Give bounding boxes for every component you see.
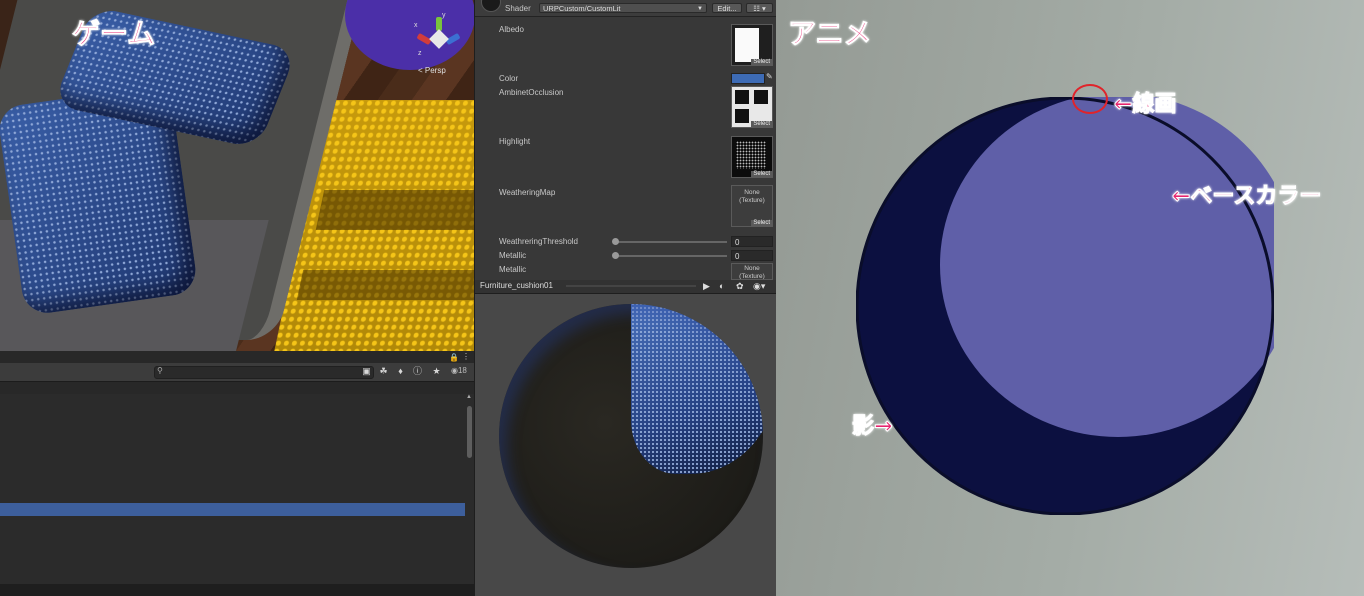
metallic-slider[interactable]	[615, 255, 727, 257]
ao-thumbnail	[735, 109, 749, 123]
more-menu-icon[interactable]: ⋮	[462, 352, 470, 361]
tag-icon[interactable]: ♦	[394, 365, 407, 378]
gizmo-x-label: x	[414, 22, 418, 29]
eye-icon: ◉	[451, 366, 458, 375]
list-item-selected[interactable]	[0, 503, 465, 516]
chevron-down-icon: ▼	[697, 6, 703, 12]
rug-shadow	[296, 270, 474, 300]
gizmo-z-label: z	[418, 50, 422, 57]
highlight-texture-slot[interactable]: Select	[731, 136, 773, 178]
light-icon[interactable]: ✿	[736, 281, 744, 292]
color-label: Color	[499, 74, 519, 83]
metallic-texture-slot[interactable]: None (Texture)	[731, 263, 773, 280]
shadow-annotation: 影→	[851, 414, 893, 440]
gizmo-cube[interactable]	[429, 29, 449, 49]
metallic-label: Metallic	[499, 251, 527, 260]
play-icon[interactable]: ▶	[703, 281, 710, 292]
star-icon[interactable]: ★	[430, 365, 443, 378]
none-texture-text: None (Texture)	[739, 265, 765, 280]
weathering-map-texture-slot[interactable]: None (Texture) Select	[731, 185, 773, 227]
vertical-scrollbar[interactable]: ▲	[465, 394, 474, 584]
scene-gizmo[interactable]: y x z	[414, 12, 462, 64]
lock-icon[interactable]: 🔒	[449, 353, 459, 362]
shader-label: Shader	[505, 4, 531, 13]
anime-sphere	[856, 97, 1274, 515]
game-view[interactable]: y x z < Persp ゲーム	[0, 0, 474, 351]
weathering-threshold-slider[interactable]	[615, 241, 727, 243]
none-texture-text: None (Texture)	[739, 189, 765, 204]
select-button[interactable]: Select	[751, 121, 772, 127]
shader-row: Shader URPCustom/CustomLit ▼ Edit... ☷ ▾	[475, 0, 777, 17]
hidden-count[interactable]: ◉18	[451, 366, 467, 375]
panel-header: 🔒 ⋮	[0, 351, 474, 363]
projection-toggle[interactable]: < Persp	[418, 66, 446, 75]
info-icon[interactable]: ⓘ	[411, 365, 424, 378]
shader-dropdown[interactable]: URPCustom/CustomLit ▼	[539, 3, 707, 13]
material-preview: Furniture_cushion01 ▶ ◐ ✿ ◉▾	[474, 280, 777, 596]
ambient-occlusion-texture-slot[interactable]: Select	[731, 86, 773, 128]
hierarchy-panel: 🔒 ⋮ ⚲ ▣ ☘ ♦ ⓘ ★ ◉18 ▲	[0, 351, 474, 596]
preview-drag-handle[interactable]	[566, 285, 696, 287]
preview-settings-icon[interactable]: ◉▾	[753, 281, 765, 292]
material-icon	[481, 0, 501, 12]
rug-shadow	[315, 190, 474, 230]
metallic-map-label: Metallic	[499, 265, 527, 274]
ao-thumbnail	[754, 90, 768, 104]
search-input[interactable]: ⚲	[154, 366, 374, 379]
ambient-occlusion-label: AmbinetOcclusion	[499, 88, 564, 97]
slider-handle[interactable]	[612, 238, 619, 245]
settings-dropdown-button[interactable]: ☷ ▾	[746, 3, 773, 13]
select-button[interactable]: Select	[751, 59, 772, 65]
metallic-field[interactable]: 0	[731, 250, 773, 261]
hidden-count-value: 18	[457, 366, 467, 375]
slider-handle[interactable]	[612, 252, 619, 259]
sphere-mesh-icon[interactable]: ◐	[719, 281, 724, 291]
search-icon: ⚲	[157, 366, 163, 375]
line-art-annotation: ←線画	[1113, 92, 1177, 118]
preview-sphere[interactable]	[499, 304, 763, 568]
albedo-thumbnail	[735, 28, 759, 62]
color-swatch[interactable]	[731, 73, 765, 84]
anime-title: アニメ	[787, 17, 872, 51]
shader-value: URPCustom/CustomLit	[543, 4, 621, 13]
item-list[interactable]	[0, 394, 474, 584]
preview-object-name: Furniture_cushion01	[480, 281, 553, 290]
scrollbar-thumb[interactable]	[467, 406, 472, 458]
select-button[interactable]: Select	[751, 220, 772, 226]
ao-thumbnail	[735, 90, 749, 104]
eyedropper-icon[interactable]: ✎	[766, 72, 773, 81]
highlight-label: Highlight	[499, 137, 531, 146]
filter-type-icon[interactable]: ☘	[377, 365, 390, 378]
search-options-icon[interactable]: ▣	[360, 365, 373, 378]
gizmo-y-label: y	[442, 12, 446, 19]
anime-illustration: アニメ ←線画 ←ベースカラー 影→	[776, 0, 1364, 596]
preview-toolbar: Furniture_cushion01 ▶ ◐ ✿ ◉▾	[475, 280, 777, 294]
base-color-annotation: ←ベースカラー	[1171, 184, 1322, 210]
weathering-threshold-label: WeathreringThreshold	[499, 237, 579, 246]
weathering-map-label: WeatheringMap	[499, 188, 556, 197]
sphere-rim	[499, 304, 763, 568]
panel-footer	[0, 584, 474, 596]
game-title: ゲーム	[71, 17, 156, 51]
highlight-thumbnail	[736, 141, 766, 169]
albedo-texture-slot[interactable]: Select	[731, 24, 773, 66]
edit-shader-button[interactable]: Edit...	[712, 3, 742, 13]
scroll-up-icon[interactable]: ▲	[466, 394, 472, 400]
select-button[interactable]: Select	[751, 171, 772, 177]
albedo-label: Albedo	[499, 25, 524, 34]
material-inspector: Shader URPCustom/CustomLit ▼ Edit... ☷ ▾…	[474, 0, 777, 280]
toolbar: ⚲ ▣ ☘ ♦ ⓘ ★ ◉18	[0, 363, 474, 382]
line-art-marker	[1072, 84, 1108, 114]
weathering-threshold-field[interactable]: 0	[731, 236, 773, 247]
